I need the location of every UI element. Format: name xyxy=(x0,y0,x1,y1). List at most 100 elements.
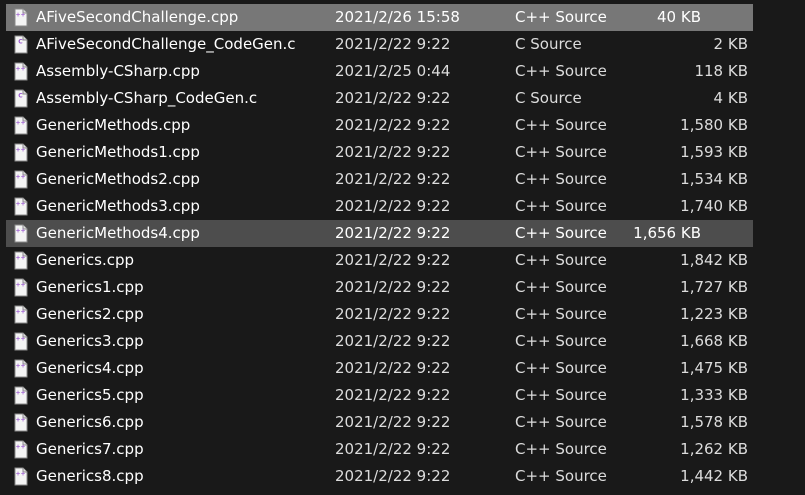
file-size: 4 KB xyxy=(713,89,748,107)
file-type: C++ Source xyxy=(515,332,607,350)
file-size: 1,580 KB xyxy=(680,116,748,134)
svg-text:++: ++ xyxy=(15,120,25,127)
svg-text:++: ++ xyxy=(15,390,25,397)
file-date-modified: 2021/2/22 9:22 xyxy=(335,413,451,431)
cpp-file-icon: ++ xyxy=(14,386,28,405)
file-name: Generics2.cpp xyxy=(36,305,144,323)
file-row[interactable]: ++ Generics2.cpp 2021/2/22 9:22 C++ Sour… xyxy=(0,301,805,328)
file-date-modified: 2021/2/22 9:22 xyxy=(335,116,451,134)
file-date-modified: 2021/2/22 9:22 xyxy=(335,170,451,188)
cpp-file-icon: ++ xyxy=(14,62,28,81)
svg-text:++: ++ xyxy=(15,201,25,208)
file-name: GenericMethods2.cpp xyxy=(36,170,200,188)
file-size: 1,578 KB xyxy=(680,413,748,431)
file-row[interactable]: ++ Generics3.cpp 2021/2/22 9:22 C++ Sour… xyxy=(0,328,805,355)
file-name: GenericMethods1.cpp xyxy=(36,143,200,161)
file-row[interactable]: ++ AFiveSecondChallenge.cpp 2021/2/26 15… xyxy=(6,4,753,31)
file-row[interactable]: ++ GenericMethods1.cpp 2021/2/22 9:22 C+… xyxy=(0,139,805,166)
cpp-file-icon: ++ xyxy=(14,359,28,378)
file-type: C++ Source xyxy=(515,143,607,161)
cpp-file-icon: ++ xyxy=(14,251,28,270)
file-name: Generics7.cpp xyxy=(36,440,144,458)
file-date-modified: 2021/2/22 9:22 xyxy=(335,143,451,161)
svg-text:++: ++ xyxy=(15,174,25,181)
file-row[interactable]: C AFiveSecondChallenge_CodeGen.c 2021/2/… xyxy=(0,31,805,58)
file-size: 1,333 KB xyxy=(680,386,748,404)
svg-text:C: C xyxy=(18,39,23,46)
svg-text:++: ++ xyxy=(15,309,25,316)
c-file-icon: C xyxy=(14,35,28,54)
file-type: C++ Source xyxy=(515,467,607,485)
file-type: C++ Source xyxy=(515,62,607,80)
file-date-modified: 2021/2/22 9:22 xyxy=(335,386,451,404)
file-size: 1,740 KB xyxy=(680,197,748,215)
file-row[interactable]: ++ Generics6.cpp 2021/2/22 9:22 C++ Sour… xyxy=(0,409,805,436)
svg-text:C: C xyxy=(18,93,23,100)
cpp-file-icon: ++ xyxy=(14,332,28,351)
svg-text:++: ++ xyxy=(15,66,25,73)
file-row[interactable]: ++ Generics1.cpp 2021/2/22 9:22 C++ Sour… xyxy=(0,274,805,301)
file-row[interactable]: ++ GenericMethods.cpp 2021/2/22 9:22 C++… xyxy=(0,112,805,139)
file-type: C++ Source xyxy=(515,224,607,242)
file-type: C++ Source xyxy=(515,197,607,215)
cpp-file-icon: ++ xyxy=(14,278,28,297)
file-size: 40 KB xyxy=(657,8,701,26)
file-name: Generics3.cpp xyxy=(36,332,144,350)
file-size: 1,442 KB xyxy=(680,467,748,485)
file-row[interactable]: ++ Assembly-CSharp.cpp 2021/2/25 0:44 C+… xyxy=(0,58,805,85)
file-row[interactable]: C Assembly-CSharp_CodeGen.c 2021/2/22 9:… xyxy=(0,85,805,112)
file-date-modified: 2021/2/25 0:44 xyxy=(335,62,451,80)
file-name: AFiveSecondChallenge_CodeGen.c xyxy=(36,35,296,53)
cpp-file-icon: ++ xyxy=(14,197,28,216)
file-type: C++ Source xyxy=(515,8,607,26)
file-name: Assembly-CSharp.cpp xyxy=(36,62,200,80)
cpp-file-icon: ++ xyxy=(14,143,28,162)
c-file-icon: C xyxy=(14,89,28,108)
file-size: 118 KB xyxy=(694,62,748,80)
file-name: GenericMethods3.cpp xyxy=(36,197,200,215)
file-date-modified: 2021/2/22 9:22 xyxy=(335,467,451,485)
file-type: C++ Source xyxy=(515,116,607,134)
file-size: 1,593 KB xyxy=(680,143,748,161)
file-date-modified: 2021/2/26 15:58 xyxy=(335,8,460,26)
file-date-modified: 2021/2/22 9:22 xyxy=(335,224,451,242)
file-size: 1,842 KB xyxy=(680,251,748,269)
file-size: 1,668 KB xyxy=(680,332,748,350)
svg-text:++: ++ xyxy=(15,336,25,343)
cpp-file-icon: ++ xyxy=(14,170,28,189)
file-size: 1,656 KB xyxy=(633,224,701,242)
file-type: C++ Source xyxy=(515,278,607,296)
cpp-file-icon: ++ xyxy=(14,467,28,486)
file-row[interactable]: ++ Generics5.cpp 2021/2/22 9:22 C++ Sour… xyxy=(0,382,805,409)
file-row[interactable]: ++ Generics.cpp 2021/2/22 9:22 C++ Sourc… xyxy=(0,247,805,274)
file-row[interactable]: ++ Generics4.cpp 2021/2/22 9:22 C++ Sour… xyxy=(0,355,805,382)
file-name: GenericMethods.cpp xyxy=(36,116,191,134)
svg-text:++: ++ xyxy=(15,363,25,370)
file-type: C++ Source xyxy=(515,413,607,431)
file-type: C++ Source xyxy=(515,359,607,377)
file-type: C Source xyxy=(515,35,582,53)
file-name: AFiveSecondChallenge.cpp xyxy=(36,8,239,26)
file-name: Generics5.cpp xyxy=(36,386,144,404)
file-name: Generics.cpp xyxy=(36,251,135,269)
file-row[interactable]: ++ GenericMethods2.cpp 2021/2/22 9:22 C+… xyxy=(0,166,805,193)
file-name: Generics4.cpp xyxy=(36,359,144,377)
file-date-modified: 2021/2/22 9:22 xyxy=(335,359,451,377)
file-type: C++ Source xyxy=(515,251,607,269)
file-row[interactable]: ++ GenericMethods4.cpp 2021/2/22 9:22 C+… xyxy=(6,220,753,247)
svg-text:++: ++ xyxy=(15,147,25,154)
file-row[interactable]: ++ Generics8.cpp 2021/2/22 9:22 C++ Sour… xyxy=(0,463,805,490)
cpp-file-icon: ++ xyxy=(14,224,28,243)
cpp-file-icon: ++ xyxy=(14,413,28,432)
file-row[interactable]: ++ GenericMethods3.cpp 2021/2/22 9:22 C+… xyxy=(0,193,805,220)
file-type: C++ Source xyxy=(515,170,607,188)
file-type: C++ Source xyxy=(515,305,607,323)
file-size: 1,475 KB xyxy=(680,359,748,377)
svg-text:++: ++ xyxy=(15,282,25,289)
file-name: Generics6.cpp xyxy=(36,413,144,431)
file-date-modified: 2021/2/22 9:22 xyxy=(335,35,451,53)
file-date-modified: 2021/2/22 9:22 xyxy=(335,440,451,458)
cpp-file-icon: ++ xyxy=(14,305,28,324)
file-row[interactable]: ++ Generics7.cpp 2021/2/22 9:22 C++ Sour… xyxy=(0,436,805,463)
file-size: 1,223 KB xyxy=(680,305,748,323)
